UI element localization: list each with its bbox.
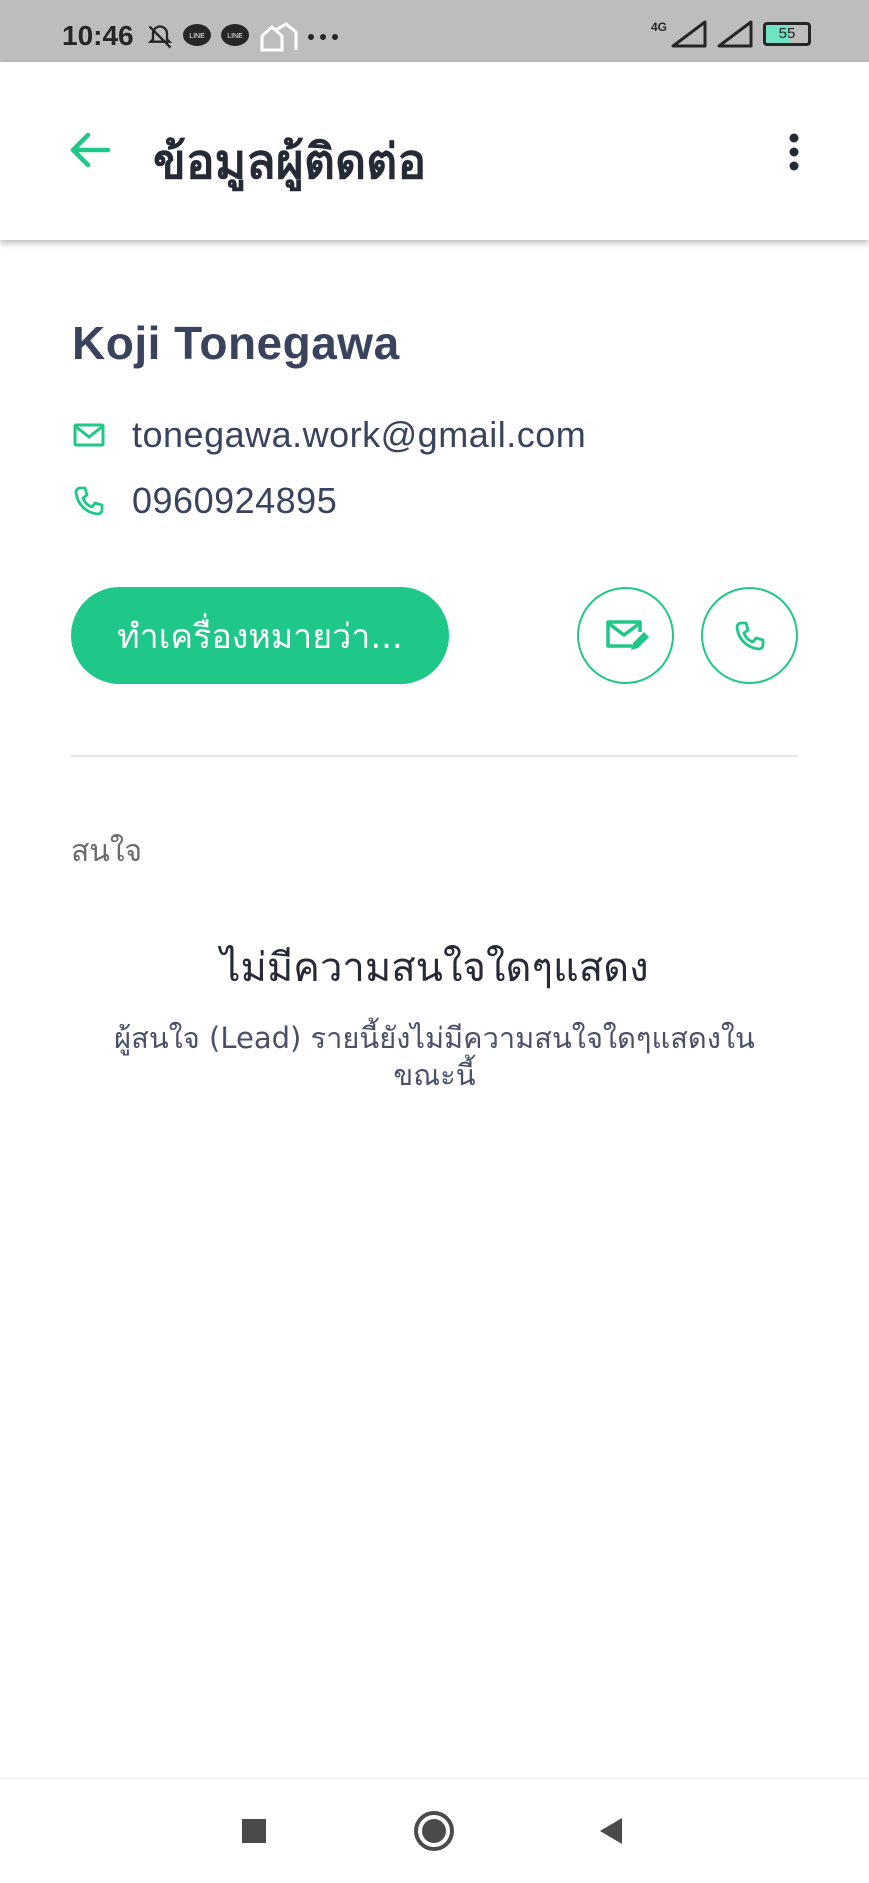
more-vert-icon (789, 133, 799, 171)
triangle-back-icon (600, 1818, 622, 1844)
line-app-icon: LINE (221, 24, 249, 46)
more-options-button[interactable] (769, 124, 819, 180)
battery-icon: 55 (763, 22, 811, 46)
contact-name: Koji Tonegawa (72, 317, 400, 369)
line-app-icon: LINE (183, 24, 211, 46)
phone-icon (74, 486, 104, 516)
home-app-icon (260, 22, 298, 52)
recent-apps-button[interactable] (224, 1801, 284, 1861)
notification-icons: LINE LINE (146, 22, 340, 52)
mail-edit-icon (605, 619, 649, 650)
empty-state-title: ไม่มีความสนใจใดๆแสดง (220, 945, 649, 991)
call-button[interactable] (701, 587, 798, 684)
mark-as-button[interactable]: ทำเครื่องหมายว่า... (71, 587, 449, 684)
email-row[interactable]: tonegawa.work@gmail.com (72, 414, 586, 456)
svg-text:LINE: LINE (227, 33, 243, 40)
bell-off-icon (147, 25, 173, 49)
app-bar: ข้อมูลผู้ติดต่อ (0, 62, 869, 240)
battery-level: 55 (778, 25, 796, 42)
signal-strength-icon (717, 20, 753, 48)
signal-strength-icon (671, 20, 707, 48)
status-bar: 10:46 LINE LINE 4G 55 (0, 0, 869, 62)
back-nav-button[interactable] (582, 1801, 642, 1861)
more-dots-icon (308, 34, 338, 40)
page-title: ข้อมูลผู้ติดต่อ (153, 134, 427, 190)
phone-row[interactable]: 0960924895 (72, 480, 337, 522)
navigation-bar (0, 1778, 869, 1883)
mail-icon (73, 423, 105, 447)
back-button[interactable] (62, 122, 118, 178)
square-icon (242, 1819, 266, 1843)
system-icons: 4G 55 (651, 20, 811, 48)
compose-email-button[interactable] (577, 587, 674, 684)
divider (71, 755, 798, 757)
interests-section-label: สนใจ (71, 834, 143, 869)
contact-email: tonegawa.work@gmail.com (132, 414, 587, 455)
network-type-label: 4G (650, 20, 667, 34)
svg-text:LINE: LINE (189, 33, 205, 40)
phone-icon (735, 621, 764, 650)
circle-home-icon (414, 1811, 454, 1851)
status-time: 10:46 (62, 20, 134, 51)
empty-state-description: ผู้สนใจ (Lead) รายนี้ยังไม่มีความสนใจใดๆ… (114, 1021, 755, 1092)
arrow-back-icon (70, 132, 111, 168)
home-button[interactable] (404, 1801, 464, 1861)
contact-phone: 0960924895 (132, 480, 338, 521)
